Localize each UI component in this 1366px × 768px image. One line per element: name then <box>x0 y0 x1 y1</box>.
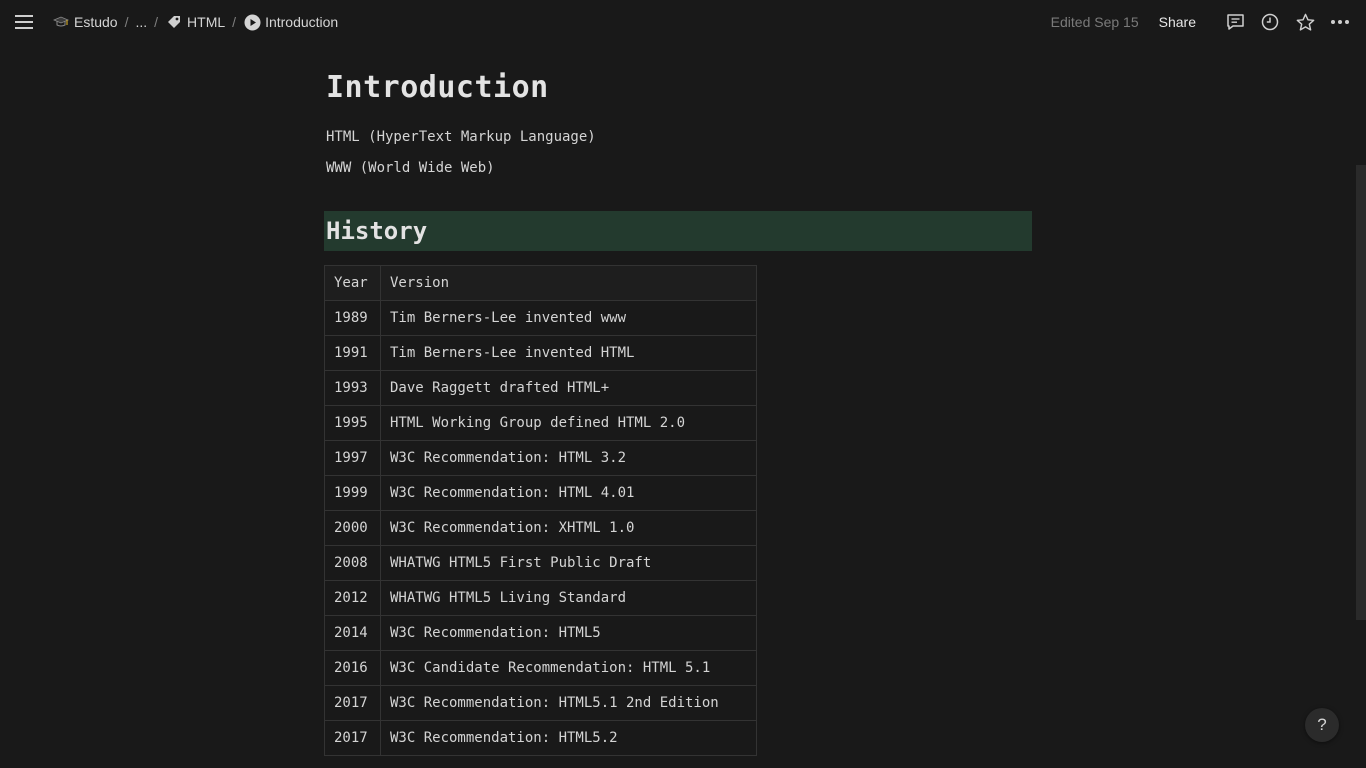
table-cell-year[interactable]: 2017 <box>324 720 381 756</box>
table-cell-year[interactable]: 1991 <box>324 335 381 371</box>
tag-icon <box>165 13 183 31</box>
more-icon[interactable] <box>1328 10 1352 34</box>
breadcrumb-separator: / <box>154 14 159 30</box>
table-cell-year[interactable]: 2014 <box>324 615 381 651</box>
table-header-row: Year Version <box>324 265 757 301</box>
history-heading-block[interactable]: History <box>324 211 1032 251</box>
table-cell-year[interactable]: 2008 <box>324 545 381 581</box>
table-cell-version[interactable]: W3C Recommendation: HTML5.1 2nd Edition <box>380 685 757 721</box>
clock-icon[interactable] <box>1258 10 1282 34</box>
table-cell-version[interactable]: W3C Recommendation: HTML 3.2 <box>380 440 757 476</box>
table-cell-year[interactable]: 2012 <box>324 580 381 616</box>
table-cell-version[interactable]: W3C Recommendation: HTML5.2 <box>380 720 757 756</box>
breadcrumb-item-estudo[interactable]: Estudo <box>48 10 122 34</box>
table-row: 1997 W3C Recommendation: HTML 3.2 <box>324 440 757 476</box>
table-cell-year[interactable]: 1999 <box>324 475 381 511</box>
table-cell-year[interactable]: 1993 <box>324 370 381 406</box>
table-row: 2017 W3C Recommendation: HTML5.1 2nd Edi… <box>324 685 757 721</box>
column-header-year[interactable]: Year <box>324 265 381 301</box>
table-row: 2000 W3C Recommendation: XHTML 1.0 <box>324 510 757 546</box>
table-cell-version[interactable]: W3C Recommendation: HTML5 <box>380 615 757 651</box>
star-icon[interactable] <box>1293 10 1317 34</box>
help-button[interactable]: ? <box>1305 708 1339 742</box>
top-bar: Estudo / ... / HTML / Introduction Edite… <box>0 0 1366 44</box>
paragraph-html[interactable]: HTML (HyperText Markup Language) <box>326 127 1032 147</box>
column-header-version[interactable]: Version <box>380 265 757 301</box>
table-cell-version[interactable]: Dave Raggett drafted HTML+ <box>380 370 757 406</box>
history-table: Year Version 1989 Tim Berners-Lee invent… <box>324 265 757 756</box>
page-title[interactable]: Introduction <box>326 69 1032 107</box>
table-cell-version[interactable]: W3C Recommendation: XHTML 1.0 <box>380 510 757 546</box>
breadcrumb-item-ellipsis[interactable]: ... <box>131 11 151 33</box>
menu-icon[interactable] <box>13 12 35 32</box>
table-row: 2016 W3C Candidate Recommendation: HTML … <box>324 650 757 686</box>
table-cell-version[interactable]: HTML Working Group defined HTML 2.0 <box>380 405 757 441</box>
table-row: 1999 W3C Recommendation: HTML 4.01 <box>324 475 757 511</box>
table-row: 1995 HTML Working Group defined HTML 2.0 <box>324 405 757 441</box>
edited-timestamp: Edited Sep 15 <box>1050 14 1139 30</box>
table-row: 2012 WHATWG HTML5 Living Standard <box>324 580 757 616</box>
table-cell-year[interactable]: 2000 <box>324 510 381 546</box>
table-cell-year[interactable]: 1995 <box>324 405 381 441</box>
page-content: Introduction HTML (HyperText Markup Lang… <box>324 62 1032 756</box>
breadcrumb-separator: / <box>124 14 129 30</box>
breadcrumb-label: HTML <box>187 14 226 30</box>
table-row: 2017 W3C Recommendation: HTML5.2 <box>324 720 757 756</box>
breadcrumb-label: ... <box>135 14 148 30</box>
table-cell-year[interactable]: 1989 <box>324 300 381 336</box>
breadcrumb-separator: / <box>232 14 237 30</box>
table-row: 1991 Tim Berners-Lee invented HTML <box>324 335 757 371</box>
table-cell-version[interactable]: WHATWG HTML5 First Public Draft <box>380 545 757 581</box>
scrollbar[interactable] <box>1356 165 1366 620</box>
breadcrumb: Estudo / ... / HTML / Introduction <box>48 0 342 44</box>
history-heading: History <box>326 217 428 245</box>
table-cell-version[interactable]: Tim Berners-Lee invented www <box>380 300 757 336</box>
top-bar-actions: Edited Sep 15 Share <box>1051 0 1352 44</box>
table-cell-year[interactable]: 2016 <box>324 650 381 686</box>
table-cell-year[interactable]: 2017 <box>324 685 381 721</box>
paragraph-www[interactable]: WWW (World Wide Web) <box>326 158 1032 178</box>
table-cell-version[interactable]: WHATWG HTML5 Living Standard <box>380 580 757 616</box>
table-cell-year[interactable]: 1997 <box>324 440 381 476</box>
table-cell-version[interactable]: Tim Berners-Lee invented HTML <box>380 335 757 371</box>
share-button[interactable]: Share <box>1159 14 1196 30</box>
table-row: 2014 W3C Recommendation: HTML5 <box>324 615 757 651</box>
breadcrumb-label: Introduction <box>265 14 339 30</box>
table-cell-version[interactable]: W3C Recommendation: HTML 4.01 <box>380 475 757 511</box>
table-row: 1989 Tim Berners-Lee invented www <box>324 300 757 336</box>
breadcrumb-label: Estudo <box>74 14 118 30</box>
graduation-cap-icon <box>52 13 70 31</box>
play-circle-icon <box>243 13 261 31</box>
table-row: 2008 WHATWG HTML5 First Public Draft <box>324 545 757 581</box>
comment-icon[interactable] <box>1223 10 1247 34</box>
table-cell-version[interactable]: W3C Candidate Recommendation: HTML 5.1 <box>380 650 757 686</box>
breadcrumb-item-introduction[interactable]: Introduction <box>239 10 342 34</box>
breadcrumb-item-html[interactable]: HTML <box>161 10 229 34</box>
table-row: 1993 Dave Raggett drafted HTML+ <box>324 370 757 406</box>
